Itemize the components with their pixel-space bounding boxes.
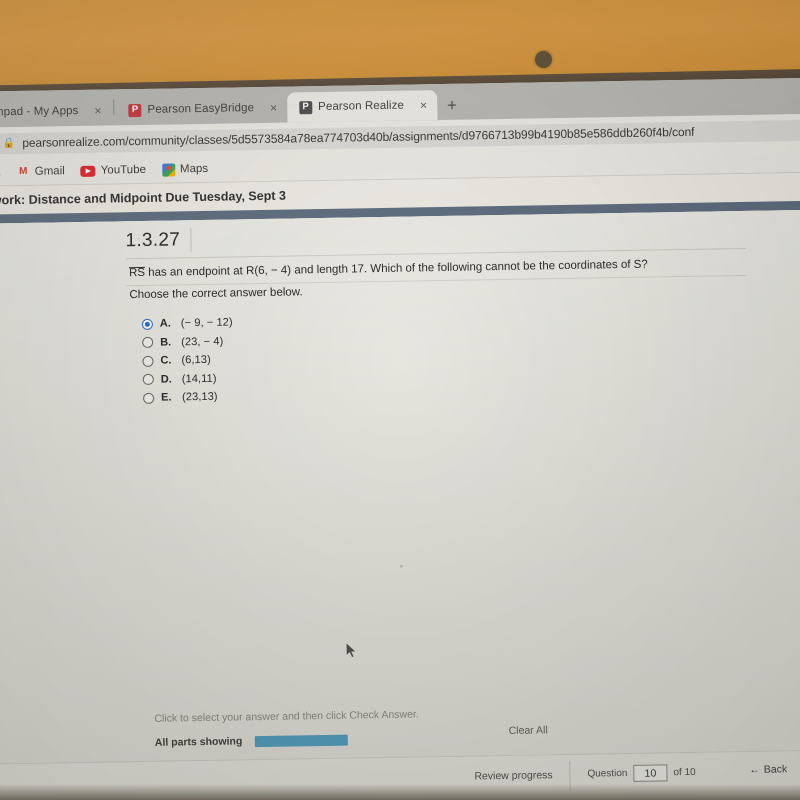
tab-close-icon[interactable]: × (270, 101, 277, 115)
bookmark-label: YouTube (100, 163, 147, 177)
answer-choice-b[interactable]: B. (23, − 4) (142, 335, 233, 349)
question-canvas: 1.3.27 RS has an endpoint at R(6, − 4) a… (0, 209, 800, 800)
mouse-cursor-icon (345, 641, 357, 659)
parts-progress-bar (254, 734, 348, 747)
all-parts-showing-label: All parts showing (154, 735, 243, 749)
new-tab-button[interactable]: + (437, 96, 467, 120)
tab-launchpad[interactable]: unchpad - My Apps × (0, 95, 112, 127)
choice-letter: A. (159, 317, 171, 330)
choice-value: (23, − 4) (181, 335, 224, 348)
browser-window: unchpad - My Apps × P Pearson EasyBridge… (0, 77, 800, 800)
radio-button-b[interactable] (142, 336, 154, 348)
radio-button-e[interactable] (143, 392, 155, 404)
radio-button-d[interactable] (142, 373, 154, 385)
choice-value: (23,13) (181, 390, 218, 404)
pearson-easybridge-favicon-icon: P (128, 103, 142, 117)
choice-value: (− 9, − 12) (180, 316, 233, 330)
question-total-label: of 10 (673, 766, 696, 779)
choice-letter: C. (160, 354, 172, 367)
bookmark-maps[interactable]: Maps (161, 162, 209, 177)
segment-rs-label: RS (128, 266, 146, 280)
question-number-input[interactable]: 10 (633, 764, 668, 782)
bookmark-label: Maps (179, 162, 209, 176)
question-navigator: Question 10 of 10 (587, 764, 696, 783)
answer-choice-a[interactable]: A. (− 9, − 12) (141, 316, 233, 330)
answer-choice-d[interactable]: D. (14,11) (142, 372, 234, 386)
choice-value: (6,13) (181, 353, 211, 367)
assignment-title: mework: Distance and Midpoint Due Tuesda… (0, 188, 286, 208)
lock-icon: 🔒 (2, 137, 16, 149)
pearson-realize-favicon-icon: P (299, 100, 313, 114)
clear-all-button[interactable]: Clear All (509, 724, 548, 737)
tab-pearson-realize[interactable]: P Pearson Realize × (286, 90, 438, 123)
back-label: Back (763, 763, 788, 776)
bookmark-label: LCD1 (0, 166, 1, 178)
bookmark-lcd1[interactable]: LCD1 (0, 166, 1, 178)
page-title: 1.3.27 (125, 228, 192, 253)
back-button[interactable]: ← Back (749, 763, 787, 776)
url-text: pearsonrealize.com/community/classes/5d5… (22, 124, 695, 150)
divider (569, 760, 571, 791)
youtube-icon: ▶ (80, 165, 96, 177)
tab-title: unchpad - My Apps (0, 105, 79, 119)
bookmark-youtube[interactable]: ▶ YouTube (80, 163, 147, 177)
back-arrow-icon: ← (749, 763, 760, 776)
answer-choice-list: A. (− 9, − 12) B. (23, − 4) C. (6,13) D.… (141, 316, 234, 404)
question-number-wrap: 1.3.27 (125, 228, 192, 253)
question-label: Question (587, 767, 628, 780)
choice-letter: D. (160, 372, 172, 386)
radio-button-a[interactable] (141, 318, 153, 330)
choice-letter: B. (160, 336, 172, 349)
answer-hint-text: Click to select your answer and then cli… (154, 708, 419, 725)
tab-separator (113, 99, 115, 116)
choice-value: (14,11) (181, 372, 217, 385)
gmail-icon: M (18, 165, 28, 177)
maps-icon (161, 162, 176, 177)
footer-toolbar: Review progress Question 10 of 10 ← Back (0, 749, 800, 800)
answer-choice-c[interactable]: C. (6,13) (142, 353, 233, 367)
webcam-dot-icon (535, 51, 552, 68)
question-text: RS has an endpoint at R(6, − 4) and leng… (128, 255, 729, 282)
tab-pearson-easybridge[interactable]: P Pearson EasyBridge × (116, 93, 287, 126)
answer-choice-e[interactable]: E. (23,13) (143, 390, 234, 404)
choice-letter: E. (160, 391, 172, 404)
radio-button-c[interactable] (142, 355, 154, 367)
photo-speck (399, 564, 403, 568)
question-body: has an endpoint at R(6, − 4) and length … (144, 258, 648, 279)
tab-title: Pearson Realize (318, 99, 405, 114)
photo-scene: unchpad - My Apps × P Pearson EasyBridge… (0, 0, 800, 800)
tab-close-icon[interactable]: × (94, 104, 101, 118)
review-progress-button[interactable]: Review progress (474, 769, 552, 782)
bookmark-label: Gmail (34, 165, 65, 178)
parts-row: All parts showing (155, 734, 348, 749)
tab-title: Pearson EasyBridge (147, 102, 255, 116)
tab-close-icon[interactable]: × (420, 98, 427, 112)
bookmark-gmail[interactable]: M Gmail (17, 165, 65, 179)
instruction-text: Choose the correct answer below. (129, 286, 303, 302)
